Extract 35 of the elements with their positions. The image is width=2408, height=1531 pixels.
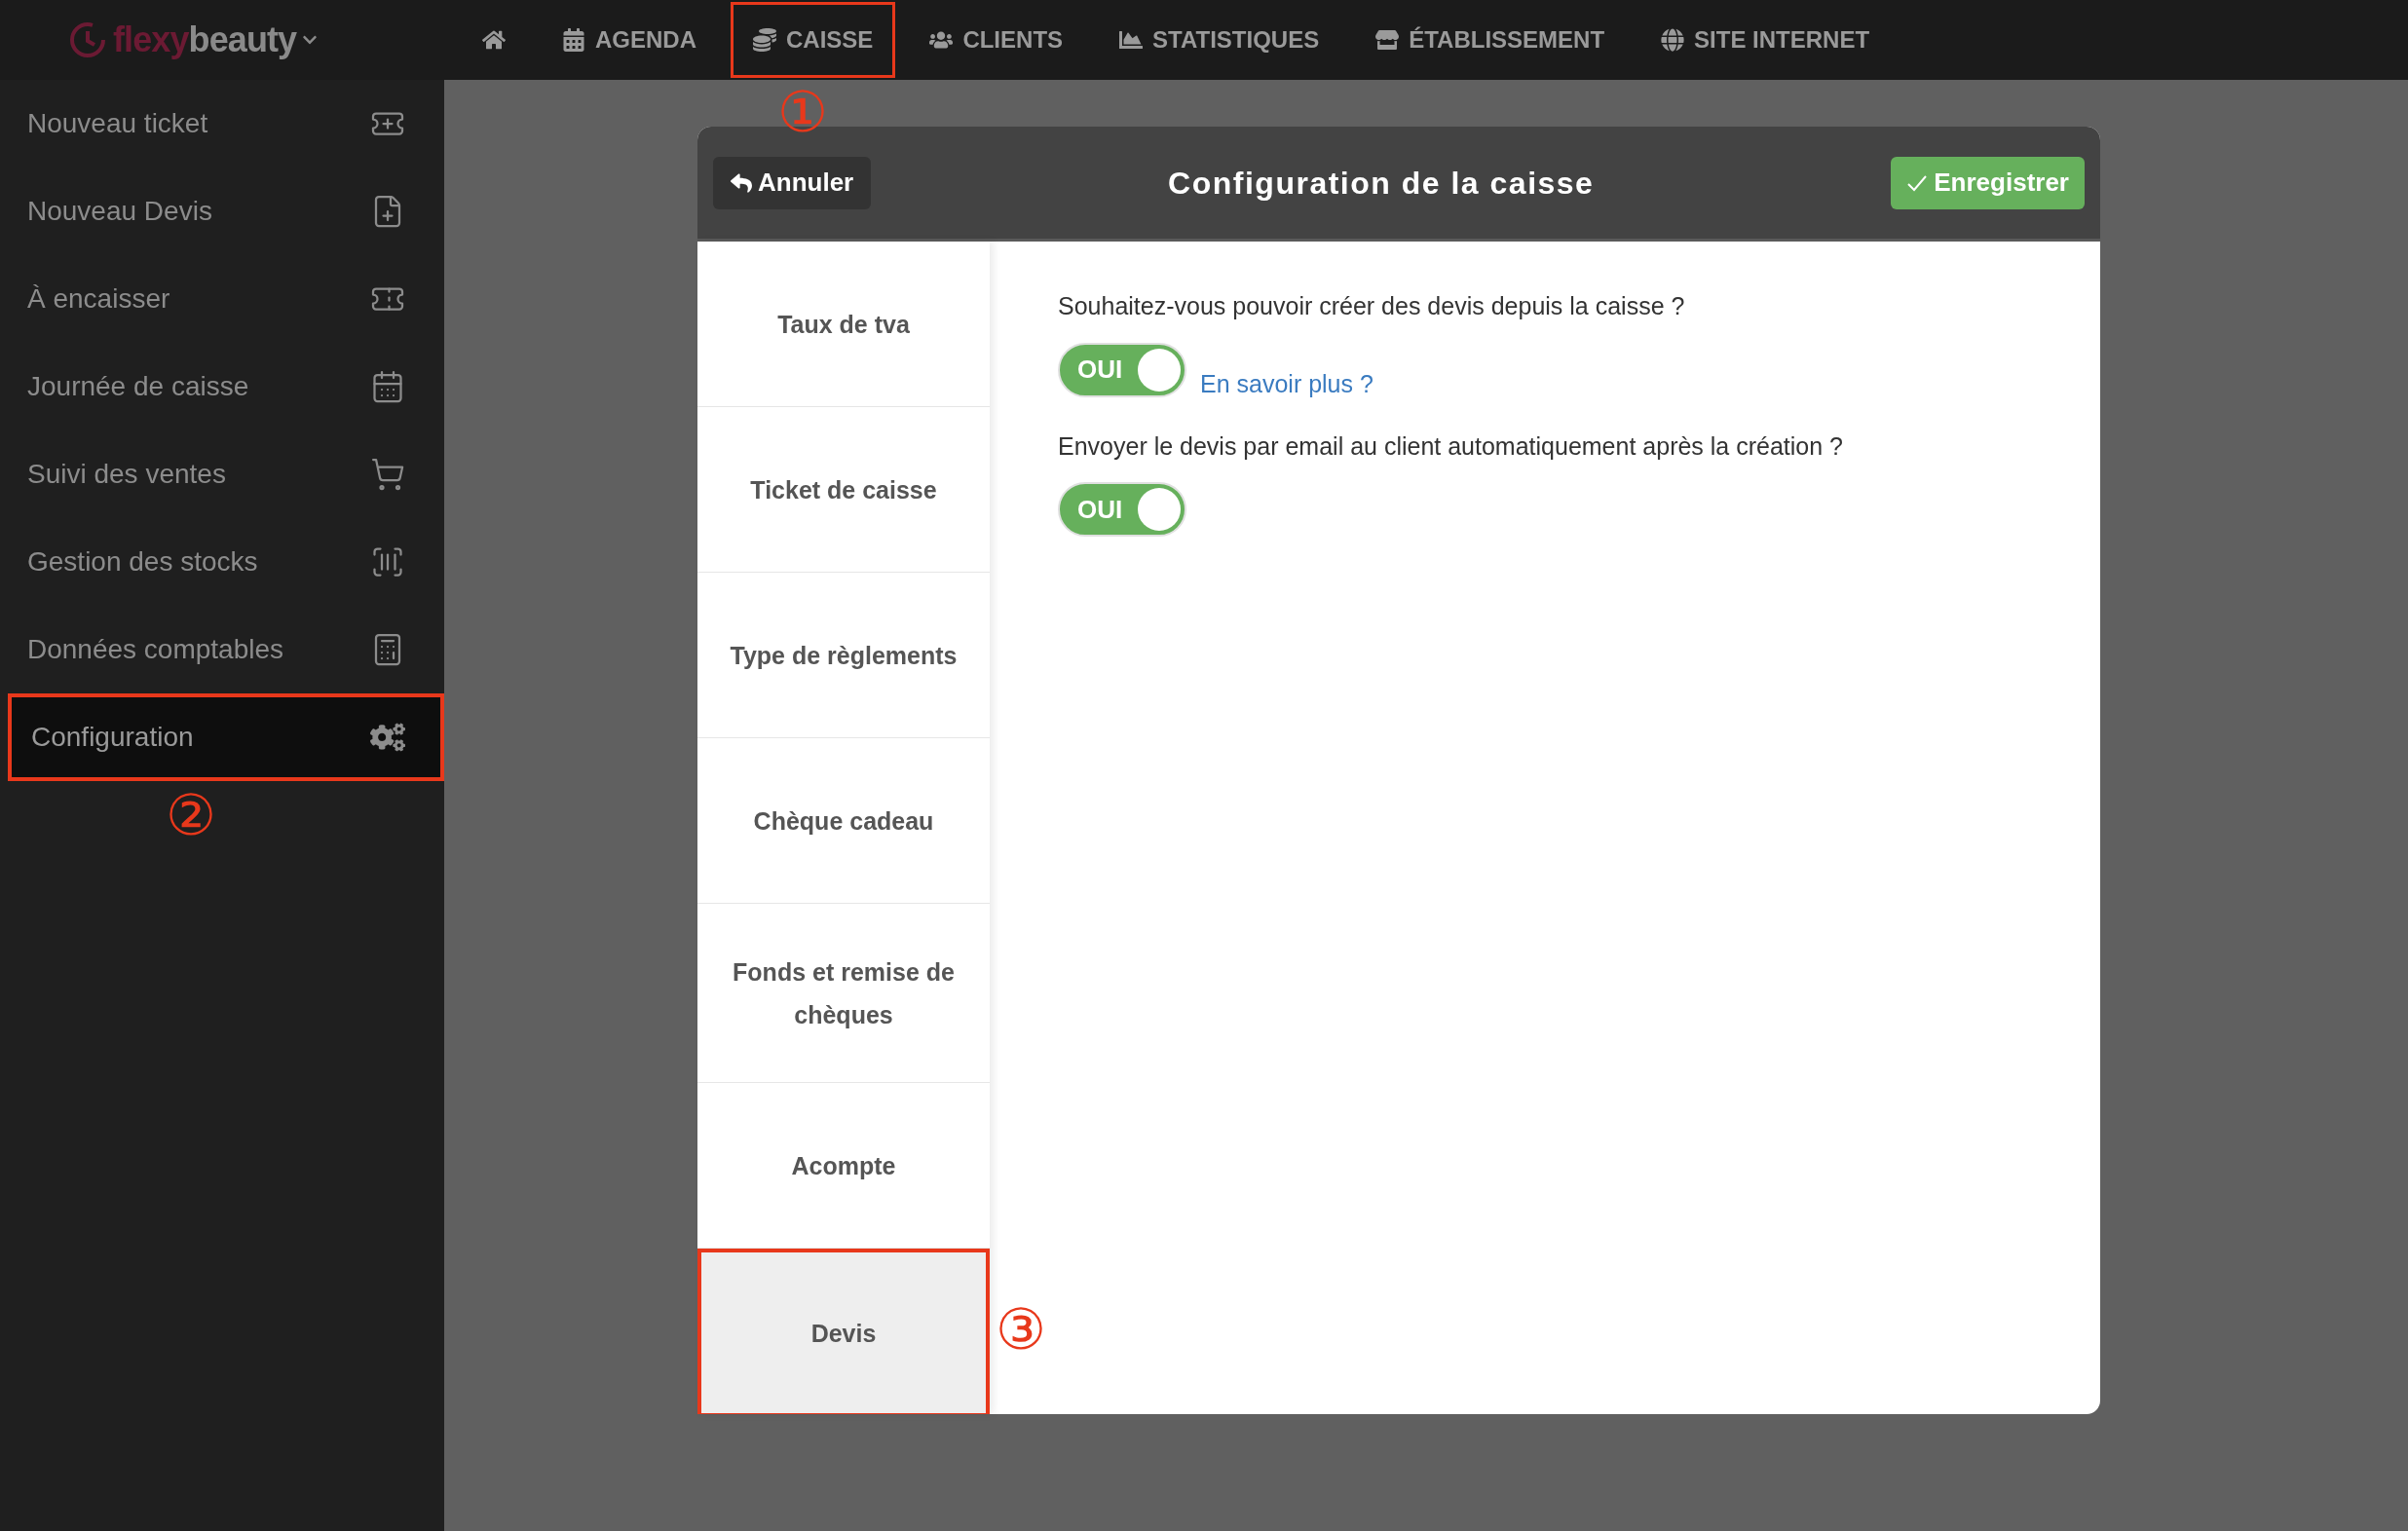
nav-link[interactable]: ÉTABLISSEMENT (1353, 2, 1628, 78)
store-icon (1375, 28, 1400, 52)
settings-tab[interactable]: Type de règlements (697, 573, 990, 738)
nav-link[interactable]: AGENDA (540, 2, 719, 78)
nav-link[interactable]: CLIENTS (907, 2, 1086, 78)
settings-tab[interactable]: Devis (697, 1249, 990, 1414)
callout-number: ① (777, 84, 828, 140)
logo-text[interactable]: flexybeauty (113, 14, 297, 66)
sidebar-item[interactable]: Configuration (8, 693, 444, 781)
cart-icon (370, 457, 405, 492)
setting-question: Envoyer le devis par email au client automatiquement après la création ? (1058, 430, 1844, 462)
home-icon (482, 28, 506, 52)
setting-question: Souhaitez-vous pouvoir créer des devis depuis la caisse ? (1058, 291, 1686, 321)
barcode-icon (370, 544, 405, 579)
settings-tab[interactable]: Acompte (697, 1083, 990, 1249)
callout-number: ③ (996, 1301, 1046, 1358)
globe-icon (1661, 28, 1685, 52)
settings-tab[interactable]: Fonds et remise de chèques (697, 904, 990, 1083)
calendar-icon (370, 369, 405, 404)
reply-icon (731, 171, 752, 194)
cancel-button[interactable]: Annuler (713, 156, 872, 209)
nav-link[interactable]: SITE INTERNET (1638, 2, 1893, 78)
gears-icon (370, 720, 405, 755)
nav-link[interactable]: STATISTIQUES (1097, 2, 1342, 78)
calendar-icon (562, 28, 585, 52)
dialog-title: Configuration de la caisse (1168, 164, 1595, 203)
callout-number: ② (166, 787, 216, 843)
settings-tab[interactable]: Taux de tva (697, 242, 990, 407)
chart-icon (1119, 28, 1144, 52)
nav-link[interactable]: CAISSE (731, 2, 896, 78)
settings-tab[interactable]: Ticket de caisse (697, 407, 990, 573)
settings-tab[interactable]: Chèque cadeau (697, 738, 990, 904)
clock-logo-icon (68, 20, 107, 59)
coins-icon (753, 28, 776, 52)
learn-more-link[interactable]: En savoir plus ? (1200, 366, 1373, 403)
